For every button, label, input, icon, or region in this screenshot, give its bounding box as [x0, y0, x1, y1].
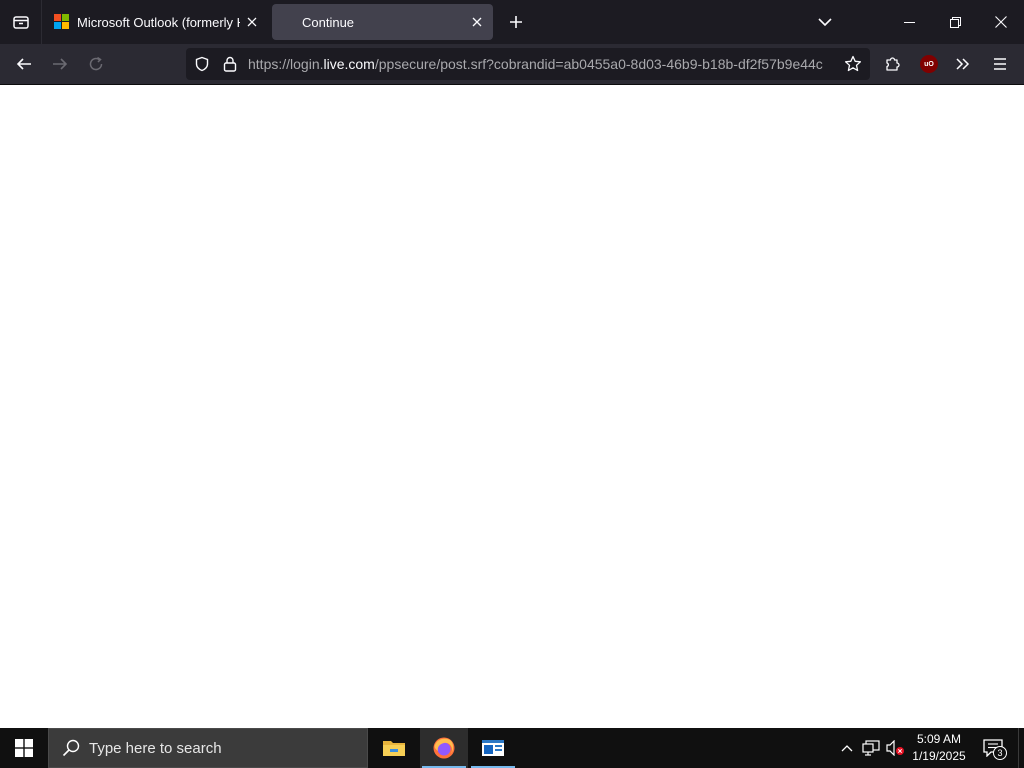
- windows-taskbar: 5:09 AM 1/19/2025 3: [0, 728, 1024, 768]
- close-icon: [472, 17, 482, 27]
- network-status-button[interactable]: [860, 728, 882, 768]
- tab-title: Continue: [302, 14, 355, 30]
- tab-overview-button[interactable]: [0, 0, 42, 44]
- page-content-area: [0, 85, 1024, 728]
- close-icon: [247, 17, 257, 27]
- navigation-toolbar: https://login.live.com/ppsecure/post.srf…: [0, 44, 1024, 85]
- arrow-right-icon: [53, 58, 68, 70]
- search-input[interactable]: [87, 738, 347, 758]
- close-window-button[interactable]: [978, 0, 1024, 44]
- volume-button[interactable]: [884, 728, 906, 768]
- restore-button[interactable]: [932, 0, 978, 44]
- ublock-origin-extension-button[interactable]: uO: [913, 48, 945, 80]
- ublock-origin-icon: uO: [920, 55, 938, 73]
- reload-button[interactable]: [80, 48, 112, 80]
- search-icon: [61, 738, 81, 758]
- new-tab-button[interactable]: [502, 8, 530, 36]
- hamburger-menu-icon: [994, 58, 1006, 70]
- url-domain: live.com: [323, 56, 375, 72]
- tab-overview-icon: [12, 16, 29, 29]
- star-icon: [844, 55, 862, 72]
- tab-title: Microsoft Outlook (formerly Hotmail): [77, 14, 240, 30]
- extensions-button[interactable]: [877, 48, 909, 80]
- show-desktop-button[interactable]: [1018, 728, 1024, 768]
- tab-close-button[interactable]: [465, 10, 489, 34]
- back-button[interactable]: [8, 48, 40, 80]
- tab-close-button[interactable]: [240, 10, 264, 34]
- windows-logo-icon: [15, 739, 33, 757]
- clock-date: 1/19/2025: [912, 749, 966, 763]
- clock-time: 5:09 AM: [916, 732, 962, 746]
- tab-continue[interactable]: Continue: [272, 4, 493, 40]
- notification-count-badge: 3: [993, 746, 1007, 760]
- start-button[interactable]: [0, 728, 48, 768]
- url-suffix: /ppsecure/post.srf?cobrandid=ab0455a0-8d…: [374, 56, 823, 72]
- puzzle-piece-icon: [886, 57, 900, 71]
- arrow-left-icon: [16, 58, 31, 70]
- more-tools-button[interactable]: [947, 48, 979, 80]
- firefox-icon: [433, 737, 455, 759]
- plus-icon: [510, 16, 522, 28]
- file-explorer-icon: [383, 741, 405, 756]
- taskbar-file-explorer[interactable]: [370, 728, 418, 768]
- url-prefix: https://login.: [248, 56, 324, 72]
- restore-icon: [949, 16, 961, 28]
- outlook-window-icon: [482, 740, 504, 756]
- lock-icon[interactable]: [220, 48, 240, 80]
- double-chevron-right-icon: [956, 58, 970, 70]
- taskbar-outlook-window[interactable]: [469, 728, 517, 768]
- taskbar-firefox[interactable]: [420, 728, 468, 768]
- chevron-down-icon: [818, 18, 832, 27]
- action-center-button[interactable]: 3: [978, 728, 1008, 768]
- url-text[interactable]: https://login.live.com/ppsecure/post.srf…: [248, 48, 838, 80]
- close-icon: [995, 16, 1007, 28]
- minimize-button[interactable]: [886, 0, 932, 44]
- minimize-icon: [903, 21, 915, 23]
- microsoft-logo-icon: [54, 14, 70, 30]
- extension-badge-text: uO: [924, 60, 934, 68]
- browser-tab-strip: Microsoft Outlook (formerly Hotmail) Con…: [0, 0, 1024, 44]
- forward-button[interactable]: [44, 48, 76, 80]
- notification-icon: 3: [983, 739, 1007, 760]
- chevron-up-icon: [841, 745, 853, 752]
- list-all-tabs-button[interactable]: [810, 8, 840, 36]
- network-icon: [862, 740, 880, 756]
- address-bar[interactable]: https://login.live.com/ppsecure/post.srf…: [186, 48, 870, 80]
- bookmark-star-button[interactable]: [838, 48, 868, 80]
- show-hidden-icons-button[interactable]: [836, 728, 858, 768]
- system-clock[interactable]: 5:09 AM 1/19/2025: [908, 728, 970, 768]
- tab-outlook[interactable]: Microsoft Outlook (formerly Hotmail): [46, 4, 268, 40]
- taskbar-search-box[interactable]: [48, 728, 368, 768]
- app-menu-button[interactable]: [984, 48, 1016, 80]
- reload-icon: [89, 56, 103, 71]
- speaker-muted-icon: [886, 740, 904, 756]
- tracking-protection-shield-icon[interactable]: [192, 48, 212, 80]
